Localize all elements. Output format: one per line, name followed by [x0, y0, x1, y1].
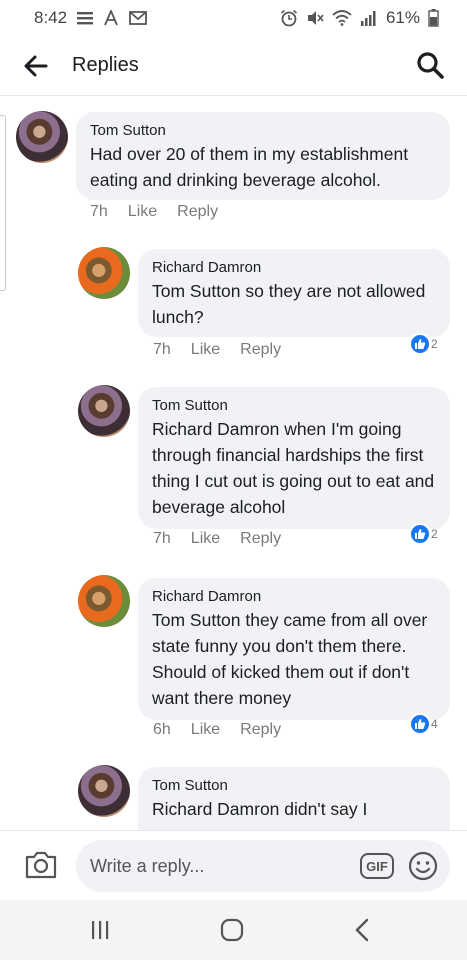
status-time: 8:42: [34, 8, 68, 27]
page-title: Replies: [72, 54, 139, 76]
comment-time: 7h: [153, 341, 171, 358]
thumbs-up-icon: [409, 713, 431, 735]
comment-actions: 7h Like Reply: [90, 203, 218, 221]
comment-bubble: Richard Damron Tom Sutton they came from…: [138, 578, 450, 720]
status-left: 8:42: [34, 8, 147, 28]
back-chevron-icon[interactable]: [352, 917, 372, 943]
reaction-number: 4: [431, 717, 438, 731]
comment-bubble: Tom Sutton Richard Damron when I'm going…: [138, 387, 450, 529]
comment-actions: 7h Like Reply: [153, 341, 281, 359]
comment-author[interactable]: Richard Damron: [152, 587, 436, 607]
reaction-count[interactable]: 2: [409, 523, 438, 545]
reply-button[interactable]: Reply: [240, 721, 281, 739]
comment-time: 6h: [153, 721, 171, 738]
battery-icon: [428, 9, 439, 27]
comment-bubble: Tom Sutton Richard Damron didn't say I: [138, 767, 450, 830]
comment-actions: 7h Like Reply: [153, 530, 281, 548]
comment-bubble: Tom Sutton Had over 20 of them in my est…: [76, 112, 450, 200]
comment-author[interactable]: Tom Sutton: [90, 121, 436, 141]
like-button[interactable]: Like: [128, 203, 157, 221]
thumbs-up-icon: [409, 523, 431, 545]
avatar[interactable]: [16, 111, 68, 163]
status-bar: 8:42 61%: [0, 0, 467, 36]
reply-composer: GIF: [0, 830, 467, 900]
reply-button[interactable]: Reply: [240, 341, 281, 359]
comment-actions: 6h Like Reply: [153, 721, 281, 739]
alarm-icon: [280, 9, 298, 27]
comment-text: Richard Damron when I'm going through fi…: [152, 419, 435, 517]
reply-button[interactable]: Reply: [240, 530, 281, 548]
comment-text: Had over 20 of them in my establishment …: [90, 144, 409, 190]
notification-list-icon: [77, 11, 94, 25]
comment-text: Tom Sutton so they are not allowed lunch…: [152, 281, 426, 327]
like-button[interactable]: Like: [191, 341, 220, 359]
avatar[interactable]: [78, 385, 130, 437]
reaction-count[interactable]: 2: [409, 333, 438, 355]
reply-thread[interactable]: Tom Sutton Had over 20 of them in my est…: [0, 97, 467, 830]
comment-author[interactable]: Tom Sutton: [152, 776, 436, 796]
comment-author[interactable]: Tom Sutton: [152, 396, 436, 416]
signal-icon: [360, 10, 378, 26]
camera-icon[interactable]: [24, 849, 58, 881]
avatar[interactable]: [78, 765, 130, 817]
status-right: 61%: [280, 8, 439, 28]
header: Replies: [0, 36, 467, 96]
comment-time: 7h: [153, 530, 171, 547]
reaction-number: 2: [431, 337, 438, 351]
gmail-icon: [129, 11, 147, 25]
system-nav-bar: [0, 900, 467, 960]
like-button[interactable]: Like: [191, 721, 220, 739]
home-icon[interactable]: [219, 917, 245, 943]
font-a-icon: [103, 10, 119, 26]
avatar[interactable]: [78, 247, 130, 299]
comment-author[interactable]: Richard Damron: [152, 258, 436, 278]
comment-text: Tom Sutton they came from all over state…: [152, 610, 428, 708]
reaction-count[interactable]: 4: [409, 713, 438, 735]
avatar[interactable]: [78, 575, 130, 627]
recent-apps-icon[interactable]: [88, 918, 112, 942]
reply-button[interactable]: Reply: [177, 203, 218, 221]
search-icon[interactable]: [415, 50, 445, 80]
comment-text: Richard Damron didn't say I: [152, 799, 368, 819]
mute-icon: [306, 10, 324, 26]
comment-bubble: Richard Damron Tom Sutton so they are no…: [138, 249, 450, 337]
emoji-icon[interactable]: [407, 850, 439, 882]
reaction-number: 2: [431, 527, 438, 541]
back-arrow-icon[interactable]: [22, 52, 50, 80]
battery-percent: 61%: [385, 8, 420, 27]
thread-rail: [0, 115, 6, 291]
gif-button[interactable]: GIF: [360, 853, 394, 879]
comment-time: 7h: [90, 203, 108, 220]
like-button[interactable]: Like: [191, 530, 220, 548]
thumbs-up-icon: [409, 333, 431, 355]
wifi-icon: [332, 10, 352, 26]
